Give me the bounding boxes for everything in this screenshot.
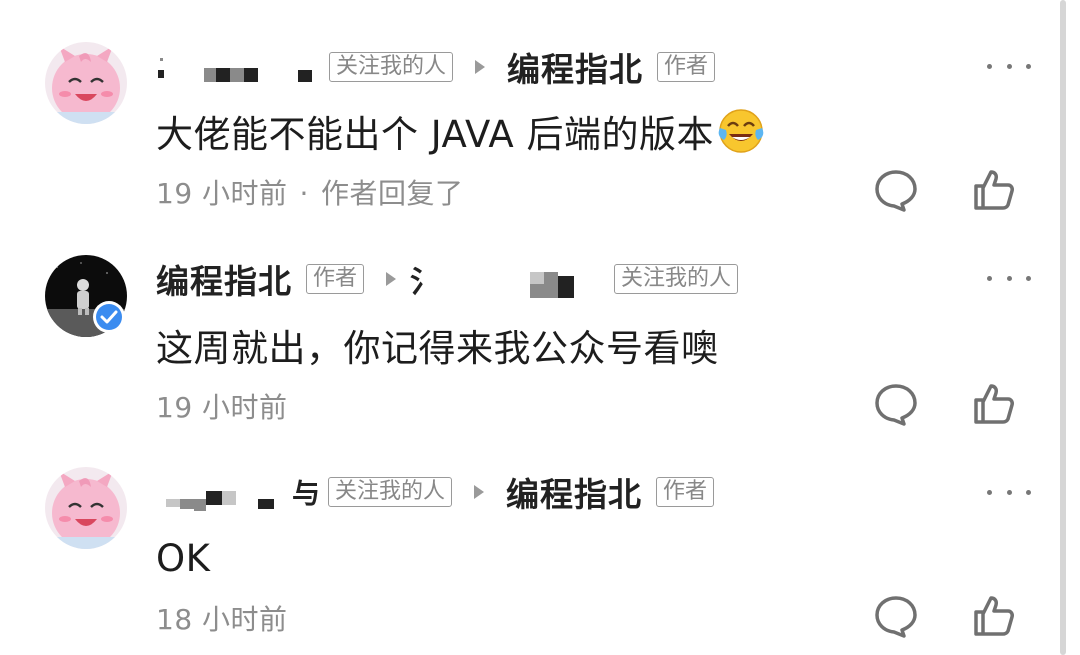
reply-icon[interactable] <box>872 592 920 640</box>
like-icon[interactable] <box>970 592 1018 640</box>
comment-meta: 18 小时前 <box>156 598 288 638</box>
comment-item: 与 关注我的人 编程指北 作者 OK 18 小时前 <box>0 0 1060 655</box>
reply-arrow-icon <box>474 485 485 499</box>
comment-header: 与 关注我的人 编程指北 作者 <box>156 472 715 514</box>
reply-to-name[interactable]: 编程指北 <box>506 468 642 516</box>
masked-username[interactable] <box>156 477 288 511</box>
author-partial-name[interactable]: 与 <box>292 472 320 512</box>
avatar[interactable] <box>45 467 127 549</box>
avatar-jigglypuff-image <box>45 467 127 549</box>
reply-to-label-badge: 作者 <box>656 477 715 507</box>
comment-text-row: OK <box>156 531 210 585</box>
comment-time: 18 小时前 <box>156 603 288 636</box>
comment-text: OK <box>156 536 211 580</box>
scrollbar[interactable] <box>1060 0 1066 655</box>
more-options-icon[interactable] <box>987 486 1031 498</box>
author-label-badge: 关注我的人 <box>328 477 453 507</box>
